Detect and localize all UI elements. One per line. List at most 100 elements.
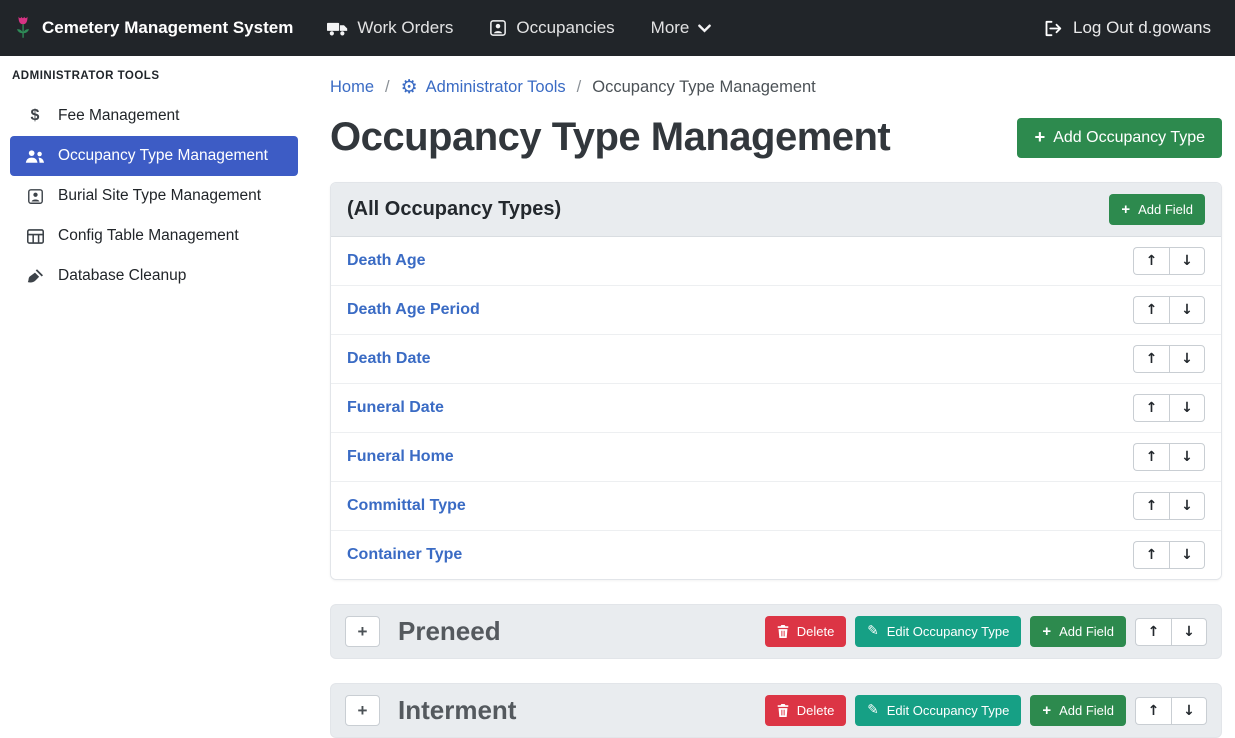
field-link[interactable]: Death Age xyxy=(347,252,426,270)
sidebar: ADMINISTRATOR TOOLS $ Fee Management Occ… xyxy=(0,56,308,738)
field-link[interactable]: Death Date xyxy=(347,350,431,368)
logout-button[interactable]: Log Out d.gowans xyxy=(1044,18,1211,38)
edit-occupancy-type-button[interactable]: ✎ Edit Occupancy Type xyxy=(855,616,1021,647)
section-title: Preneed xyxy=(398,616,747,647)
expand-button[interactable]: + xyxy=(345,695,380,726)
sidebar-item-fee-management[interactable]: $ Fee Management xyxy=(10,96,298,136)
page-title: Occupancy Type Management xyxy=(330,115,890,160)
plus-icon: + xyxy=(1034,129,1045,146)
breadcrumb-home-link[interactable]: Home xyxy=(330,78,374,97)
move-down-button[interactable]: ↓ xyxy=(1171,618,1207,646)
plus-icon: + xyxy=(1042,704,1051,717)
field-link[interactable]: Funeral Date xyxy=(347,399,444,417)
field-row: Container Type ↑ ↓ xyxy=(331,530,1221,579)
reorder-buttons: ↑ ↓ xyxy=(1133,443,1205,471)
trash-icon xyxy=(777,704,789,717)
field-row: Death Age Period ↑ ↓ xyxy=(331,285,1221,334)
field-link[interactable]: Death Age Period xyxy=(347,301,480,319)
sidebar-heading: ADMINISTRATOR TOOLS xyxy=(0,68,308,96)
gear-icon: ⚙ xyxy=(401,78,418,97)
breadcrumb-label: Administrator Tools xyxy=(426,78,566,97)
move-up-button[interactable]: ↑ xyxy=(1133,492,1169,520)
reorder-buttons: ↑ ↓ xyxy=(1133,345,1205,373)
reorder-buttons: ↑ ↓ xyxy=(1133,541,1205,569)
page-header: Occupancy Type Management + Add Occupanc… xyxy=(330,115,1222,160)
pencil-icon: ✎ xyxy=(867,704,878,716)
move-up-button[interactable]: ↑ xyxy=(1133,541,1169,569)
move-down-button[interactable]: ↓ xyxy=(1169,492,1205,520)
field-row: Funeral Date ↑ ↓ xyxy=(331,383,1221,432)
field-list: Death Age ↑ ↓ Death Age Period ↑ ↓ Death… xyxy=(331,237,1221,579)
person-frame-icon xyxy=(489,19,507,37)
sidebar-item-label: Occupancy Type Management xyxy=(58,147,268,165)
plus-icon: + xyxy=(1121,203,1130,216)
sidebar-item-label: Config Table Management xyxy=(58,227,239,245)
add-field-button[interactable]: + Add Field xyxy=(1030,695,1126,726)
nav-links: Work Orders Occupancies More xyxy=(327,18,711,38)
add-occupancy-type-button[interactable]: + Add Occupancy Type xyxy=(1017,118,1222,158)
sidebar-item-database-cleanup[interactable]: Database Cleanup xyxy=(10,256,298,296)
button-label: Delete xyxy=(797,624,835,639)
field-link[interactable]: Committal Type xyxy=(347,497,466,515)
breadcrumb-admin-tools-link[interactable]: ⚙ Administrator Tools xyxy=(401,78,566,97)
section-title: Interment xyxy=(398,695,747,726)
breadcrumb-separator: / xyxy=(385,78,390,97)
nav-label: Occupancies xyxy=(516,18,614,38)
app-brand[interactable]: Cemetery Management System xyxy=(14,14,293,42)
sidebar-item-label: Database Cleanup xyxy=(58,267,186,285)
move-up-button[interactable]: ↑ xyxy=(1133,345,1169,373)
nav-item-more[interactable]: More xyxy=(651,18,712,38)
occupancy-type-section-interment: + Interment Delete ✎ Edit Occupancy Type xyxy=(330,683,1222,738)
delete-button[interactable]: Delete xyxy=(765,616,847,647)
section-actions: Delete ✎ Edit Occupancy Type + Add Field… xyxy=(765,695,1207,726)
delete-button[interactable]: Delete xyxy=(765,695,847,726)
move-down-button[interactable]: ↓ xyxy=(1169,541,1205,569)
reorder-buttons: ↑ ↓ xyxy=(1133,247,1205,275)
add-field-button[interactable]: + Add Field xyxy=(1109,194,1205,225)
move-down-button[interactable]: ↓ xyxy=(1169,443,1205,471)
move-down-button[interactable]: ↓ xyxy=(1169,296,1205,324)
reorder-buttons: ↑ ↓ xyxy=(1133,296,1205,324)
move-down-button[interactable]: ↓ xyxy=(1171,697,1207,725)
top-navbar: Cemetery Management System Work Orders xyxy=(0,0,1235,56)
person-frame-icon xyxy=(25,188,45,205)
sidebar-item-occupancy-type-management[interactable]: Occupancy Type Management xyxy=(10,136,298,176)
edit-occupancy-type-button[interactable]: ✎ Edit Occupancy Type xyxy=(855,695,1021,726)
expand-button[interactable]: + xyxy=(345,616,380,647)
section-actions: Delete ✎ Edit Occupancy Type + Add Field… xyxy=(765,616,1207,647)
move-down-button[interactable]: ↓ xyxy=(1169,247,1205,275)
button-label: Delete xyxy=(797,703,835,718)
move-up-button[interactable]: ↑ xyxy=(1133,247,1169,275)
nav-item-work-orders[interactable]: Work Orders xyxy=(327,18,453,38)
truck-icon xyxy=(327,20,348,37)
move-up-button[interactable]: ↑ xyxy=(1135,697,1171,725)
move-up-button[interactable]: ↑ xyxy=(1133,443,1169,471)
occupancy-type-section-preneed: + Preneed Delete ✎ Edit Occupancy Type xyxy=(330,604,1222,659)
sidebar-item-config-table-management[interactable]: Config Table Management xyxy=(10,216,298,256)
broom-icon xyxy=(25,268,45,284)
move-up-button[interactable]: ↑ xyxy=(1135,618,1171,646)
field-row: Death Date ↑ ↓ xyxy=(331,334,1221,383)
field-link[interactable]: Funeral Home xyxy=(347,448,454,466)
sidebar-item-burial-site-type-management[interactable]: Burial Site Type Management xyxy=(10,176,298,216)
plus-icon: + xyxy=(1042,625,1051,638)
move-up-button[interactable]: ↑ xyxy=(1133,394,1169,422)
nav-item-occupancies[interactable]: Occupancies xyxy=(489,18,614,38)
reorder-buttons: ↑ ↓ xyxy=(1135,697,1207,725)
reorder-buttons: ↑ ↓ xyxy=(1133,492,1205,520)
add-field-button[interactable]: + Add Field xyxy=(1030,616,1126,647)
pencil-icon: ✎ xyxy=(867,625,878,637)
move-down-button[interactable]: ↓ xyxy=(1169,394,1205,422)
field-row: Committal Type ↑ ↓ xyxy=(331,481,1221,530)
dollar-icon: $ xyxy=(25,107,45,125)
chevron-down-icon xyxy=(698,24,711,33)
move-down-button[interactable]: ↓ xyxy=(1169,345,1205,373)
all-occupancy-types-card: (All Occupancy Types) + Add Field Death … xyxy=(330,182,1222,580)
logout-icon xyxy=(1044,20,1064,37)
tulip-logo-icon xyxy=(14,14,32,42)
move-up-button[interactable]: ↑ xyxy=(1133,296,1169,324)
field-link[interactable]: Container Type xyxy=(347,546,462,564)
nav-label: Work Orders xyxy=(357,18,453,38)
sidebar-item-label: Fee Management xyxy=(58,107,180,125)
card-header: (All Occupancy Types) + Add Field xyxy=(331,183,1221,237)
